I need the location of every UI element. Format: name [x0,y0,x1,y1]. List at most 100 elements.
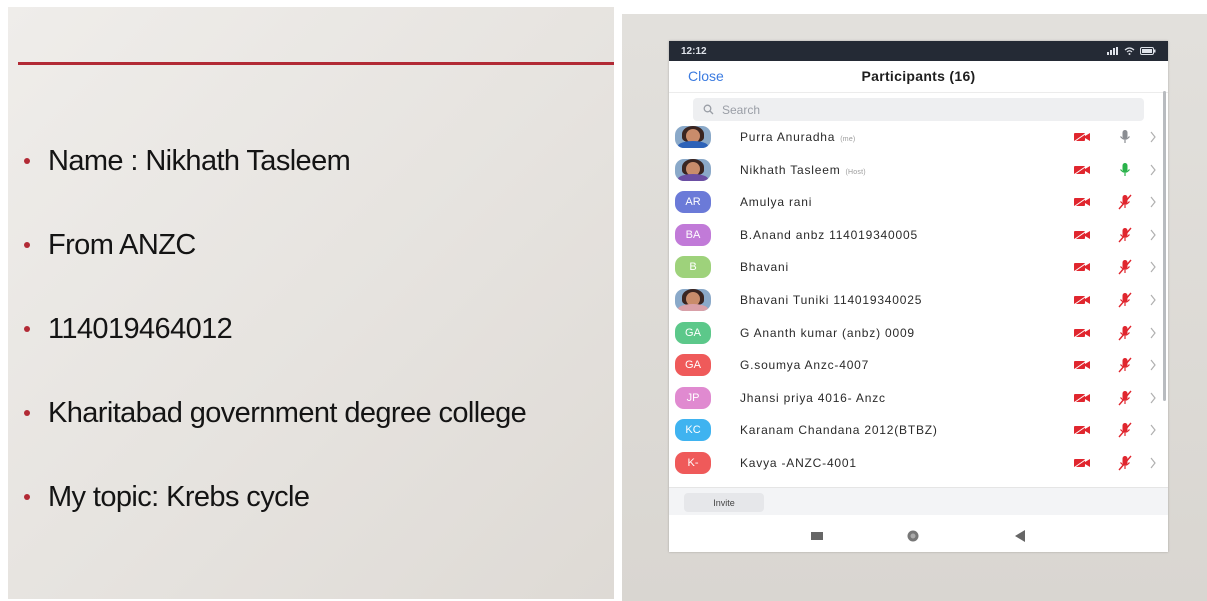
chevron-right-icon[interactable] [1150,229,1156,241]
avatar-initials: GA [685,359,701,372]
participant-name: G.soumya Anzc-4007 [740,358,869,372]
participant-row[interactable]: K- Kavya -ANZC-4001 [669,447,1168,480]
participant-name: Bhavani Tuniki 114019340025 [740,293,922,307]
video-off-icon [1074,197,1090,207]
avatar-initials: AR [685,196,701,209]
bullet-text: My topic: Krebs cycle [48,480,310,513]
chevron-right-icon[interactable] [1150,196,1156,208]
status-time: 12:12 [681,45,707,57]
participant-name-text: Kavya -ANZC-4001 [740,455,857,470]
chevron-right-icon[interactable] [1150,359,1156,371]
video-off-icon [1074,360,1090,370]
video-off-icon [1074,164,1090,175]
participant-row[interactable]: Bhavani Tuniki 114019340025 [669,284,1168,317]
avatar-initials: K- [687,456,699,469]
participant-name: Jhansi priya 4016- Anzc [740,391,886,405]
bullet-dot-icon [24,410,30,416]
status-indicators [1107,47,1156,55]
participant-row[interactable]: B Bhavani [669,251,1168,284]
participant-name: Karanam Chandana 2012(BTBZ) [740,423,938,437]
back-icon[interactable] [1015,530,1025,542]
battery-icon [1140,47,1156,55]
participant-row[interactable]: AR Amulya rani [669,186,1168,219]
participant-name: Nikhath Tasleem (Host) [740,163,866,177]
avatar-initials: KC [685,424,701,437]
mic-muted-icon [1118,325,1132,341]
participant-row[interactable]: Nikhath Tasleem (Host) [669,154,1168,187]
chevron-right-icon[interactable] [1150,424,1156,436]
system-nav-bar [669,519,1168,552]
bullet-text: Name : Nikhath Tasleem [48,144,351,177]
search-bar[interactable] [693,98,1144,121]
chevron-right-icon[interactable] [1150,294,1156,306]
mic-muted-icon [1118,357,1132,373]
chevron-right-icon[interactable] [1150,327,1156,339]
avatar [675,126,711,148]
participant-name-text: Nikhath Tasleem [740,162,841,177]
participant-name-text: Bhavani [740,260,789,275]
participant-role: (Host) [845,168,866,176]
home-icon[interactable] [906,529,920,543]
participants-footer: Invite [669,487,1168,515]
mic-muted-icon [1118,455,1132,471]
bullet-from: From ANZC [24,203,604,287]
invite-button[interactable]: Invite [684,493,764,512]
avatar-photo-shirt [678,141,708,148]
mic-muted-icon [1118,422,1132,438]
video-off-icon [1074,229,1090,240]
chevron-right-icon[interactable] [1150,131,1156,143]
avatar-photo-shirt [678,303,708,311]
participant-name: Kavya -ANZC-4001 [740,456,857,470]
participant-name-text: B.Anand anbz 114019340005 [740,227,918,242]
avatar: AR [675,191,711,214]
participant-name: Amulya rani [740,195,812,209]
avatar [675,288,711,311]
scrollbar[interactable] [1163,91,1166,401]
mic-muted-icon [1118,227,1132,243]
avatar: BA [675,223,711,246]
participant-name-text: Bhavani Tuniki 114019340025 [740,292,923,307]
avatar: JP [675,386,711,409]
bullet-text: Kharitabad government degree college [48,396,527,429]
wifi-icon [1124,47,1135,55]
signal-icon [1107,47,1118,55]
avatar-photo-shirt [678,173,708,181]
bullet-dot-icon [24,242,30,248]
participant-row[interactable]: GA G Ananth kumar (anbz) 0009 [669,317,1168,350]
mic-muted-icon [1118,292,1132,308]
avatar-initials: B [689,261,697,274]
participant-name-text: Purra Anuradha [740,130,836,144]
video-off-icon [1074,457,1090,468]
participant-name-text: Amulya rani [740,195,813,210]
participants-header: Close Participants (16) [669,61,1168,93]
bullet-dot-icon [24,326,30,332]
participant-name-text: Karanam Chandana 2012(BTBZ) [740,423,938,438]
bullet-dot-icon [24,158,30,164]
slide-bullet-list: Name : Nikhath Tasleem From ANZC 1140194… [24,119,604,539]
participant-row[interactable]: JP Jhansi priya 4016- Anzc [669,382,1168,415]
mic-muted-icon [1118,390,1132,406]
participant-row[interactable]: GA G.soumya Anzc-4007 [669,349,1168,382]
mic-muted-icon [1118,194,1132,210]
video-off-icon [1074,327,1090,337]
participant-row[interactable]: Purra Anuradha (me) [669,121,1168,154]
page-title: Participants (16) [861,68,976,84]
participant-row[interactable]: BA B.Anand anbz 114019340005 [669,219,1168,252]
mic-icon [1120,162,1130,176]
search-input[interactable] [722,102,1102,117]
chevron-right-icon[interactable] [1150,457,1156,469]
participant-row[interactable]: KC Karanam Chandana 2012(BTBZ) [669,414,1168,447]
participant-name: G Ananth kumar (anbz) 0009 [740,326,915,340]
video-off-icon [1074,132,1090,142]
participant-name-text: G Ananth kumar (anbz) 0009 [740,325,915,340]
mic-muted-icon [1118,259,1132,275]
avatar: B [675,256,711,279]
video-off-icon [1074,262,1090,272]
participant-role: (me) [840,136,856,143]
chevron-right-icon[interactable] [1150,261,1156,273]
avatar-initials: GA [685,326,701,339]
recents-icon[interactable] [811,531,823,541]
chevron-right-icon[interactable] [1150,392,1156,404]
participant-name: B.Anand anbz 114019340005 [740,228,918,242]
chevron-right-icon[interactable] [1150,164,1156,176]
